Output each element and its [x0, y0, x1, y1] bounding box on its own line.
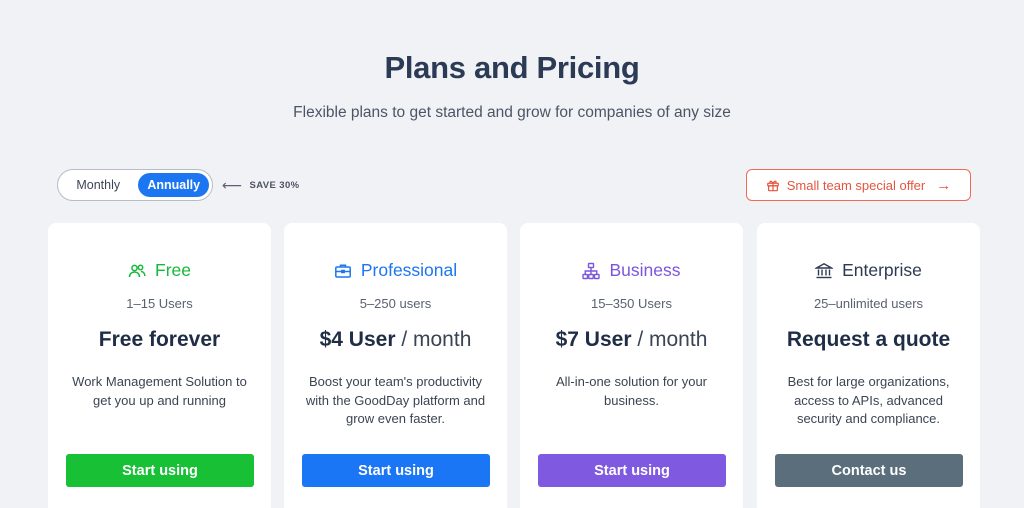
offer-label: Small team special offer — [786, 177, 926, 193]
plan-card-business: Business 15–350 Users $7 User / month Al… — [520, 223, 743, 508]
arrow-left-icon: ⟵ — [222, 177, 243, 193]
plan-name: Enterprise — [842, 260, 922, 280]
plan-header: Free — [48, 260, 271, 281]
contact-us-button[interactable]: Contact us — [775, 454, 963, 487]
plan-header: Business — [520, 260, 743, 281]
billing-toggle[interactable]: Monthly Annually — [57, 169, 213, 201]
page-subtitle: Flexible plans to get started and grow f… — [293, 104, 731, 121]
plan-name: Business — [609, 260, 681, 280]
monthly-option[interactable]: Monthly — [61, 173, 135, 197]
briefcase-icon — [334, 263, 351, 278]
start-using-free-button[interactable]: Start using — [66, 454, 254, 487]
arrow-right-icon: → — [936, 176, 952, 194]
annually-option[interactable]: Annually — [138, 173, 209, 197]
plan-header: Professional — [284, 260, 507, 281]
start-using-professional-button[interactable]: Start using — [302, 454, 490, 487]
plan-header: Enterprise — [757, 260, 980, 281]
plan-card-free: Free 1–15 Users Free forever Work Manage… — [48, 223, 271, 508]
users-icon — [128, 264, 146, 277]
plan-users: 1–15 Users — [126, 296, 193, 311]
start-using-business-button[interactable]: Start using — [538, 454, 726, 487]
save-note: ⟵ SAVE 30% — [222, 177, 300, 194]
plan-card-professional: Professional 5–250 users $4 User / month… — [284, 223, 507, 508]
plan-price: $4 User / month — [319, 328, 472, 351]
save-note-text: SAVE 30% — [249, 180, 300, 191]
plan-description: All-in-one solution for your business. — [555, 374, 708, 408]
plan-description: Work Management Solution to get you up a… — [72, 374, 247, 408]
page-title: Plans and Pricing — [384, 50, 640, 85]
bank-icon — [815, 262, 834, 278]
plan-name: Professional — [360, 260, 458, 280]
plan-users: 5–250 users — [359, 296, 432, 311]
plan-price: Free forever — [98, 328, 221, 351]
plan-card-enterprise: Enterprise 25–unlimited users Request a … — [757, 223, 980, 508]
plan-description: Best for large organizations, access to … — [787, 374, 950, 426]
small-team-offer-button[interactable]: Small team special offer → — [746, 169, 971, 201]
gift-icon — [766, 180, 779, 192]
plan-users: 25–unlimited users — [813, 296, 924, 311]
plan-price: $7 User / month — [555, 328, 708, 351]
plan-price: Request a quote — [786, 328, 951, 351]
plan-users: 15–350 Users — [591, 296, 672, 311]
plan-description: Boost your team's productivity with the … — [305, 374, 486, 426]
hierarchy-icon — [582, 262, 601, 279]
plan-name: Free — [155, 260, 191, 280]
